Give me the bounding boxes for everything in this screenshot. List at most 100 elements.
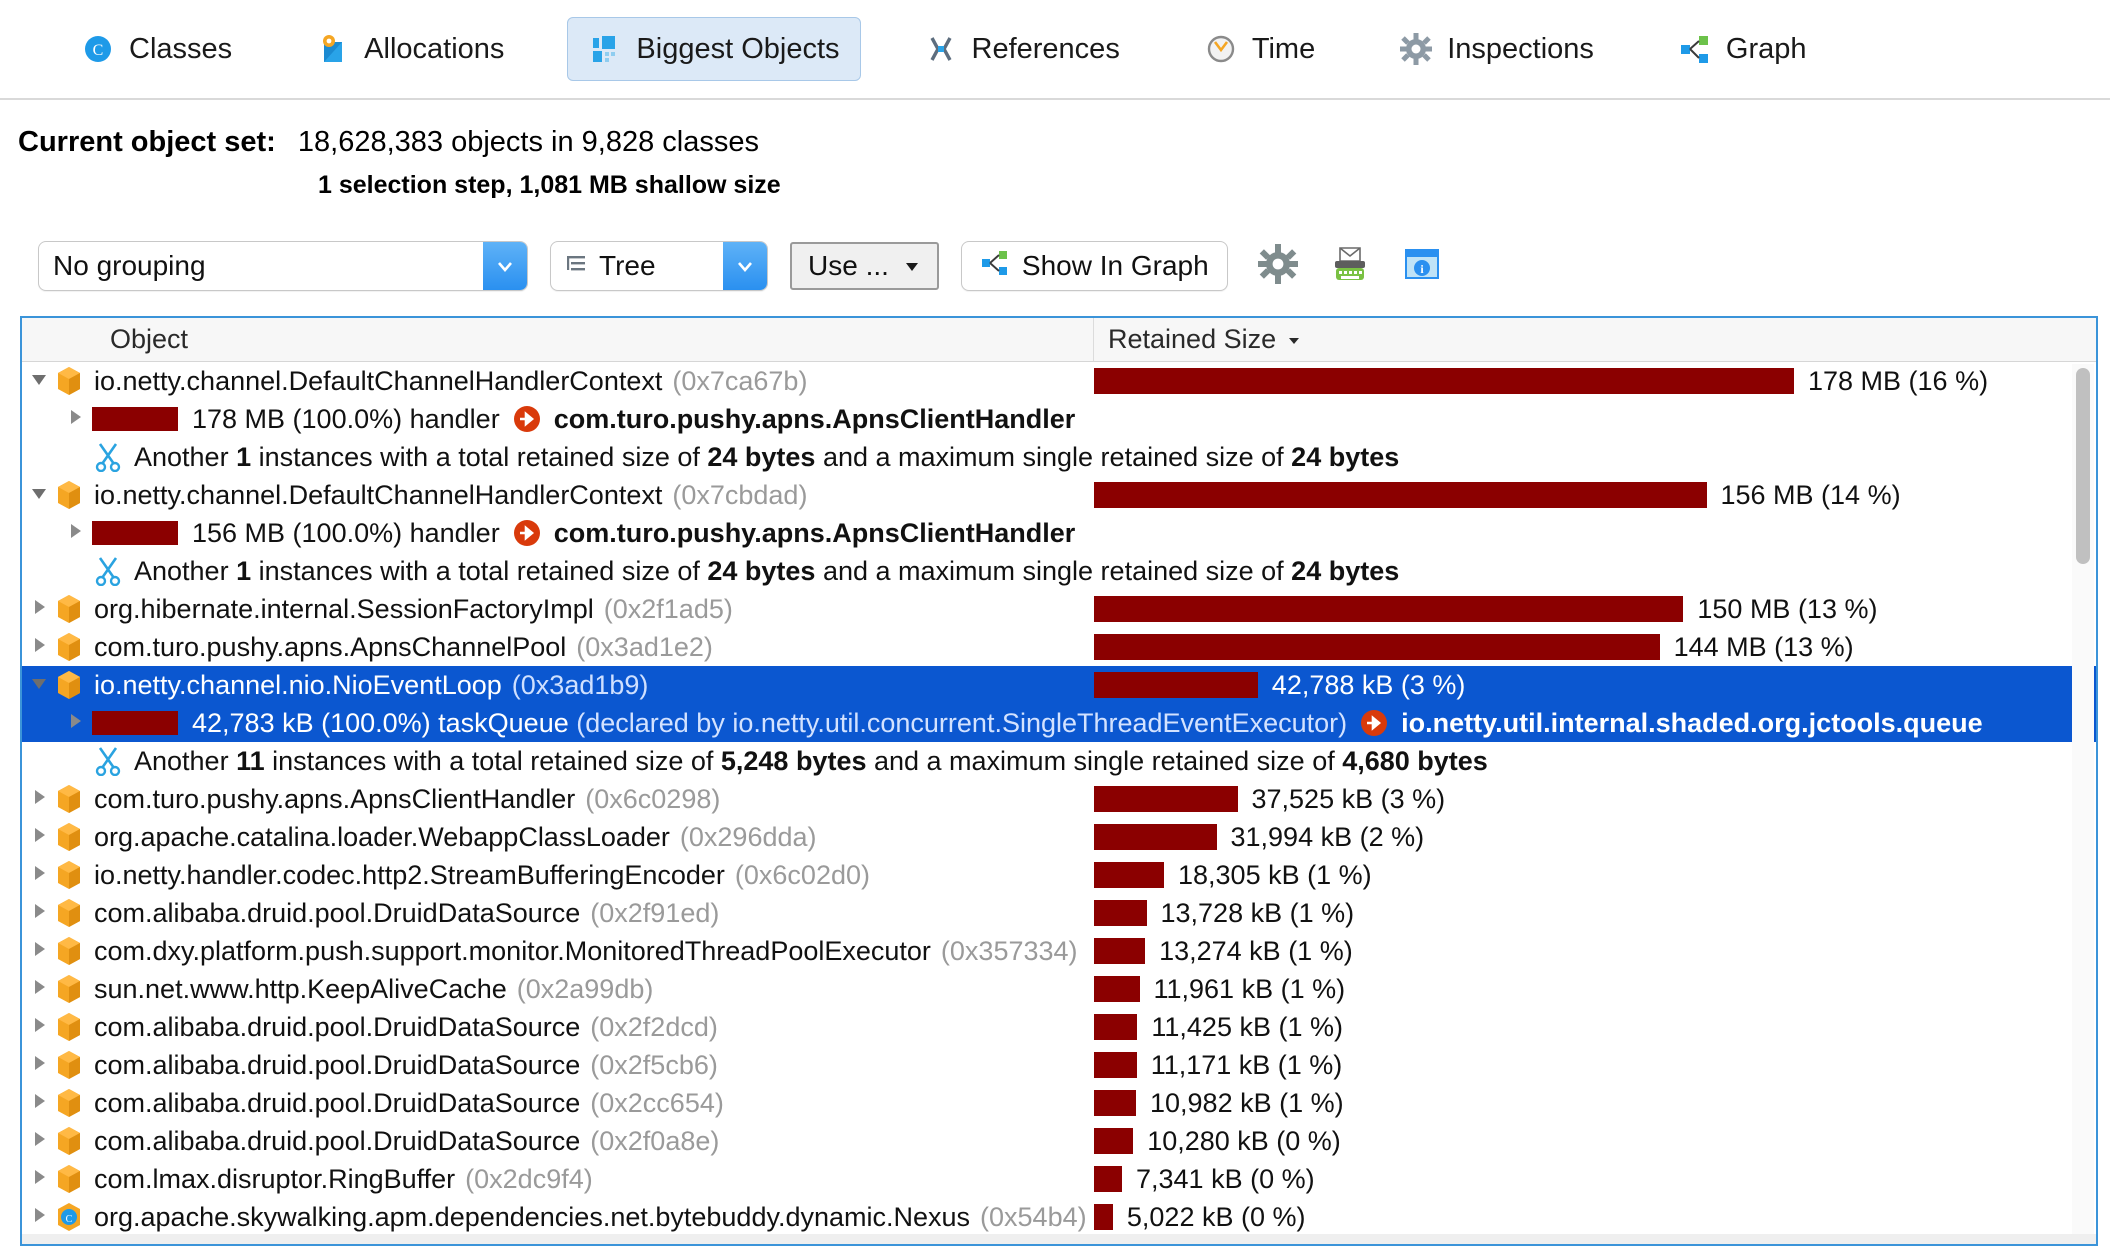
- row-object-cell: sun.net.www.http.KeepAliveCache (0x2a99d…: [22, 970, 1094, 1008]
- tab-references[interactable]: References: [903, 17, 1141, 81]
- expand-arrow-closed-icon[interactable]: [22, 1015, 56, 1039]
- reference-target-class: io.netty.util.internal.shaded.org.jctool…: [1401, 708, 1983, 739]
- chevron-down-icon[interactable]: [723, 242, 767, 290]
- tab-label: Inspections: [1447, 33, 1594, 66]
- retained-size-bar: [1094, 482, 1707, 508]
- table-body[interactable]: io.netty.channel.DefaultChannelHandlerCo…: [22, 362, 2096, 1246]
- expand-arrow-closed-icon[interactable]: [22, 787, 56, 811]
- object-class-name: com.turo.pushy.apns.ApnsChannelPool: [94, 632, 566, 663]
- expand-arrow-closed-icon[interactable]: [22, 1091, 56, 1115]
- svg-text:C: C: [66, 1214, 73, 1225]
- export-report-button[interactable]: [1328, 244, 1372, 288]
- table-row-more-instances[interactable]: Another 1 instances with a total retaine…: [22, 438, 2096, 476]
- table-row[interactable]: com.alibaba.druid.pool.DruidDataSource (…: [22, 1008, 2096, 1046]
- retained-size-bar: [1094, 596, 1683, 622]
- expand-arrow-closed-icon[interactable]: [22, 977, 56, 1001]
- expand-arrow-closed-icon[interactable]: [22, 863, 56, 887]
- table-row-more-instances[interactable]: Another 1 instances with a total retaine…: [22, 552, 2096, 590]
- expand-arrow-closed-icon[interactable]: [22, 939, 56, 963]
- row-object-cell: io.netty.handler.codec.http2.StreamBuffe…: [22, 856, 1094, 894]
- expand-arrow-closed-icon[interactable]: [58, 407, 92, 431]
- table-row[interactable]: com.alibaba.druid.pool.DruidDataSource (…: [22, 1084, 2096, 1122]
- info-button[interactable]: i: [1400, 244, 1444, 288]
- table-row-more-instances[interactable]: Another 11 instances with a total retain…: [22, 742, 2096, 780]
- vertical-scrollbar[interactable]: [2072, 364, 2094, 1242]
- table-row[interactable]: com.turo.pushy.apns.ApnsChannelPool (0x3…: [22, 628, 2096, 666]
- table-row[interactable]: sun.net.www.http.KeepAliveCache (0x2a99d…: [22, 970, 2096, 1008]
- retained-size-bar: [1094, 938, 1145, 964]
- table-row[interactable]: io.netty.handler.codec.http2.StreamBuffe…: [22, 856, 2096, 894]
- tab-biggest-objects[interactable]: Biggest Objects: [567, 17, 860, 81]
- object-class-name: com.alibaba.druid.pool.DruidDataSource: [94, 1088, 580, 1119]
- show-in-graph-label: Show In Graph: [1022, 250, 1209, 282]
- retained-size-label: 7,341 kB (0 %): [1136, 1164, 1315, 1195]
- horizontal-scrollbar[interactable]: [22, 1234, 2096, 1244]
- object-address: (0x2f0a8e): [590, 1126, 719, 1157]
- use-dropdown-button[interactable]: Use ...: [790, 242, 939, 290]
- expand-arrow-closed-icon[interactable]: [22, 1053, 56, 1077]
- table-row[interactable]: com.dxy.platform.push.support.monitor.Mo…: [22, 932, 2096, 970]
- retained-size-label: 11,961 kB (1 %): [1154, 974, 1346, 1005]
- tab-allocations[interactable]: Allocations: [295, 17, 525, 81]
- tab-inspections[interactable]: Inspections: [1378, 17, 1615, 81]
- table-row[interactable]: org.hibernate.internal.SessionFactoryImp…: [22, 590, 2096, 628]
- table-row-reference[interactable]: 42,783 kB (100.0%) taskQueue (declared b…: [22, 704, 2096, 742]
- table-row[interactable]: io.netty.channel.nio.NioEventLoop (0x3ad…: [22, 666, 2096, 704]
- table-row[interactable]: com.alibaba.druid.pool.DruidDataSource (…: [22, 894, 2096, 932]
- tab-classes[interactable]: C Classes: [60, 17, 253, 81]
- table-row[interactable]: org.apache.catalina.loader.WebappClassLo…: [22, 818, 2096, 856]
- use-dropdown-label: Use ...: [808, 250, 889, 282]
- expand-arrow-open-icon[interactable]: [22, 483, 56, 507]
- row-retained-size-cell: 31,994 kB (2 %): [1094, 818, 2096, 856]
- retained-size-label: 42,788 kB (3 %): [1272, 670, 1466, 701]
- tab-label: Time: [1252, 33, 1315, 66]
- column-header-retained-size[interactable]: Retained Size: [1094, 318, 2096, 361]
- object-address: (0x3ad1e2): [576, 632, 713, 663]
- expand-arrow-closed-icon[interactable]: [22, 825, 56, 849]
- expand-arrow-closed-icon[interactable]: [22, 901, 56, 925]
- row-retained-size-cell: 150 MB (13 %): [1094, 590, 2096, 628]
- vertical-scrollbar-thumb[interactable]: [2076, 368, 2090, 564]
- expand-arrow-closed-icon[interactable]: [22, 635, 56, 659]
- object-class-name: org.apache.catalina.loader.WebappClassLo…: [94, 822, 670, 853]
- expand-arrow-closed-icon[interactable]: [58, 521, 92, 545]
- settings-button[interactable]: [1256, 244, 1300, 288]
- table-row[interactable]: io.netty.channel.DefaultChannelHandlerCo…: [22, 362, 2096, 400]
- table-row-reference[interactable]: 178 MB (100.0%) handler com.turo.pushy.a…: [22, 400, 2096, 438]
- tab-time[interactable]: Time: [1183, 17, 1336, 81]
- expand-arrow-closed-icon[interactable]: [22, 597, 56, 621]
- chevron-down-icon[interactable]: [483, 242, 527, 290]
- retained-size-bar: [1094, 672, 1258, 698]
- table-row-reference[interactable]: 156 MB (100.0%) handler com.turo.pushy.a…: [22, 514, 2096, 552]
- table-row[interactable]: io.netty.channel.DefaultChannelHandlerCo…: [22, 476, 2096, 514]
- expand-arrow-open-icon[interactable]: [22, 673, 56, 697]
- row-retained-size-cell: 144 MB (13 %): [1094, 628, 2096, 666]
- table-row[interactable]: com.turo.pushy.apns.ApnsClientHandler (0…: [22, 780, 2096, 818]
- more-instances-text: Another 11 instances with a total retain…: [134, 746, 1488, 777]
- expand-arrow-closed-icon[interactable]: [22, 1205, 56, 1229]
- tab-label: Allocations: [364, 33, 504, 66]
- expand-arrow-closed-icon[interactable]: [22, 1167, 56, 1191]
- table-row[interactable]: com.lmax.disruptor.RingBuffer (0x2dc9f4)…: [22, 1160, 2096, 1198]
- table-row[interactable]: com.alibaba.druid.pool.DruidDataSource (…: [22, 1046, 2096, 1084]
- reference-arrow-icon: [1359, 708, 1389, 738]
- view-mode-select[interactable]: Tree: [550, 241, 768, 291]
- object-address: (0x2a99db): [517, 974, 654, 1005]
- column-header-label: Retained Size: [1108, 324, 1276, 355]
- instance-icon: [56, 784, 82, 814]
- expand-arrow-closed-icon[interactable]: [58, 711, 92, 735]
- expand-arrow-open-icon[interactable]: [22, 369, 56, 393]
- retained-size-bar: [1094, 862, 1164, 888]
- row-object-cell: Another 1 instances with a total retaine…: [22, 438, 2096, 476]
- show-in-graph-button[interactable]: Show In Graph: [961, 241, 1228, 291]
- table-row[interactable]: C org.apache.skywalking.apm.dependencies…: [22, 1198, 2096, 1236]
- table-row[interactable]: com.alibaba.druid.pool.DruidDataSource (…: [22, 1122, 2096, 1160]
- column-header-object[interactable]: Object: [22, 318, 1094, 361]
- grouping-select[interactable]: No grouping: [38, 241, 528, 291]
- retained-size-label: 31,994 kB (2 %): [1231, 822, 1425, 853]
- reference-prefix: 42,783 kB (100.0%) taskQueue: [192, 708, 569, 739]
- expand-arrow-closed-icon[interactable]: [22, 1129, 56, 1153]
- tab-graph[interactable]: Graph: [1657, 17, 1828, 81]
- tab-label: Classes: [129, 33, 232, 66]
- retained-size-label: 11,171 kB (1 %): [1151, 1050, 1343, 1081]
